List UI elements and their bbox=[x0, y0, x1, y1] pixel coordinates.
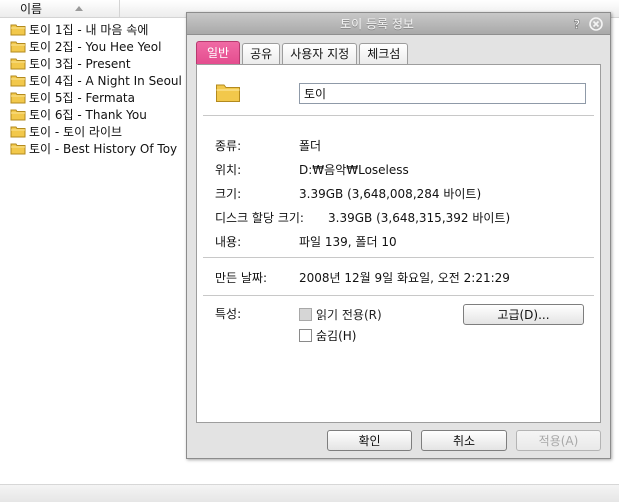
dialog-title: 토이 등록 정보 bbox=[340, 17, 414, 31]
folder-icon bbox=[10, 24, 26, 36]
type-label: 종류: bbox=[215, 139, 242, 153]
cancel-button[interactable]: 취소 bbox=[421, 430, 507, 451]
readonly-checkbox-row[interactable]: 읽기 전용(R) bbox=[299, 307, 382, 322]
list-item-label: 토이 5집 - Fermata bbox=[29, 91, 135, 105]
folder-icon bbox=[10, 92, 26, 104]
list-item[interactable]: 토이 1집 - 내 마음 속에 bbox=[10, 21, 182, 38]
readonly-label: 읽기 전용(R) bbox=[316, 308, 382, 322]
list-item-label: 토이 - Best History Of Toy bbox=[29, 142, 178, 156]
list-item-label: 토이 - 토이 라이브 bbox=[29, 125, 123, 139]
folder-name-input[interactable] bbox=[299, 83, 586, 104]
attributes-label: 특성: bbox=[215, 307, 242, 321]
svg-text:?: ? bbox=[574, 18, 581, 32]
separator bbox=[203, 295, 594, 296]
folder-icon bbox=[10, 143, 26, 155]
contents-value: 파일 139, 폴더 10 bbox=[299, 235, 397, 249]
column-header-name[interactable]: 이름 bbox=[0, 0, 120, 18]
disk-size-label: 디스크 할당 크기: bbox=[215, 211, 304, 225]
folder-icon bbox=[10, 109, 26, 121]
explorer-status-bar bbox=[0, 484, 619, 502]
folder-icon bbox=[10, 58, 26, 70]
apply-button[interactable]: 적용(A) bbox=[516, 430, 601, 451]
hidden-checkbox-row[interactable]: 숨김(H) bbox=[299, 328, 356, 343]
list-item[interactable]: 토이 4집 - A Night In Seoul bbox=[10, 72, 182, 89]
tab-bar: 일반 공유 사용자 지정 체크섬 bbox=[196, 41, 410, 64]
tab-general[interactable]: 일반 bbox=[196, 41, 241, 64]
location-label: 위치: bbox=[215, 163, 242, 177]
folder-icon bbox=[10, 41, 26, 53]
close-icon[interactable] bbox=[589, 17, 603, 31]
sort-ascending-icon bbox=[75, 6, 83, 11]
tab-customize[interactable]: 사용자 지정 bbox=[282, 43, 358, 64]
tab-sharing[interactable]: 공유 bbox=[242, 43, 281, 64]
created-value: 2008년 12월 9일 화요일, 오전 2:21:29 bbox=[299, 271, 510, 285]
list-item-label: 토이 6집 - Thank You bbox=[29, 108, 147, 122]
hidden-label: 숨김(H) bbox=[316, 329, 357, 343]
list-item-label: 토이 4집 - A Night In Seoul bbox=[29, 74, 182, 88]
size-label: 크기: bbox=[215, 187, 242, 201]
hidden-checkbox[interactable] bbox=[299, 329, 312, 342]
separator bbox=[203, 115, 594, 116]
folder-icon bbox=[10, 126, 26, 138]
advanced-button[interactable]: 고급(D)... bbox=[463, 304, 584, 325]
ok-button[interactable]: 확인 bbox=[327, 430, 412, 451]
contents-label: 내용: bbox=[215, 235, 242, 249]
list-item[interactable]: 토이 - Best History Of Toy bbox=[10, 140, 182, 157]
list-item[interactable]: 토이 - 토이 라이브 bbox=[10, 123, 182, 140]
list-item[interactable]: 토이 2집 - You Hee Yeol bbox=[10, 38, 182, 55]
help-icon[interactable]: ? bbox=[570, 17, 584, 31]
folder-list: 토이 1집 - 내 마음 속에 토이 2집 - You Hee Yeol 토이 … bbox=[10, 21, 182, 157]
tab-checksum[interactable]: 체크섬 bbox=[359, 43, 409, 64]
readonly-checkbox[interactable] bbox=[299, 308, 312, 321]
properties-dialog: 토이 등록 정보 ? 일반 공유 사용자 지정 체크섬 종류: 폴더 위치: D… bbox=[186, 12, 611, 459]
list-item[interactable]: 토이 3집 - Present bbox=[10, 55, 182, 72]
list-item-label: 토이 3집 - Present bbox=[29, 57, 131, 71]
folder-icon bbox=[10, 75, 26, 87]
general-tab-panel: 종류: 폴더 위치: D:₩음악₩Loseless 크기: 3.39GB (3,… bbox=[196, 64, 601, 423]
size-value: 3.39GB (3,648,008,284 바이트) bbox=[299, 187, 482, 201]
type-value: 폴더 bbox=[299, 139, 322, 153]
list-item-label: 토이 2집 - You Hee Yeol bbox=[29, 40, 162, 54]
list-item[interactable]: 토이 6집 - Thank You bbox=[10, 106, 182, 123]
column-header-label: 이름 bbox=[20, 2, 43, 16]
dialog-titlebar[interactable]: 토이 등록 정보 ? bbox=[187, 13, 610, 35]
list-item-label: 토이 1집 - 내 마음 속에 bbox=[29, 23, 149, 37]
folder-large-icon bbox=[216, 84, 240, 102]
disk-size-value: 3.39GB (3,648,315,392 바이트) bbox=[328, 211, 511, 225]
location-value: D:₩음악₩Loseless bbox=[299, 163, 409, 177]
list-item[interactable]: 토이 5집 - Fermata bbox=[10, 89, 182, 106]
separator bbox=[203, 257, 594, 258]
created-label: 만든 날짜: bbox=[215, 271, 268, 285]
